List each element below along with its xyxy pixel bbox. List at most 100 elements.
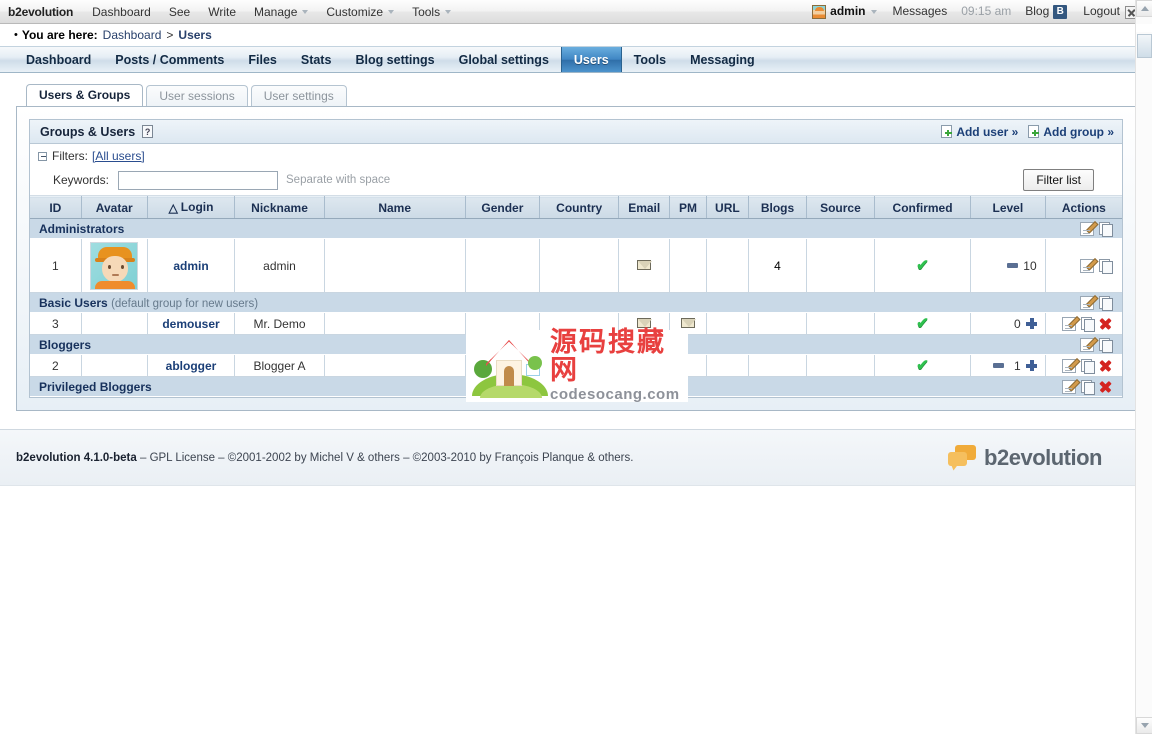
- scrollbar-thumb[interactable]: [1137, 34, 1152, 58]
- evobar-user-menu[interactable]: admin: [804, 4, 884, 19]
- scroll-up-button[interactable]: [1136, 0, 1152, 17]
- collapse-icon[interactable]: [38, 151, 47, 161]
- main-menu-item-stats[interactable]: Stats: [289, 47, 344, 72]
- evobar-menu-see[interactable]: See: [160, 5, 199, 19]
- cell-avatar[interactable]: [81, 238, 148, 293]
- pm-icon[interactable]: [680, 317, 696, 328]
- column-header-country[interactable]: Country: [539, 196, 620, 219]
- evobar-menu-write[interactable]: Write: [199, 5, 245, 19]
- main-menu-item-files[interactable]: Files: [236, 47, 289, 72]
- evobar-menu-customize[interactable]: Customize: [317, 5, 403, 19]
- filters-value-link[interactable]: [All users]: [92, 149, 145, 163]
- evobar-messages-link[interactable]: Messages: [885, 4, 956, 18]
- delete-icon[interactable]: [1099, 317, 1112, 330]
- tab-users-and-groups[interactable]: Users & Groups: [26, 84, 144, 106]
- chevron-up-icon: [1140, 6, 1149, 11]
- main-menu-item-blog-settings[interactable]: Blog settings: [343, 47, 446, 72]
- evobar-menu-manage[interactable]: Manage: [245, 5, 317, 19]
- column-header-email[interactable]: Email: [618, 196, 671, 219]
- cell-actions: [1045, 238, 1122, 293]
- tab-user-sessions[interactable]: User sessions: [146, 85, 248, 106]
- edit-icon[interactable]: [1080, 258, 1094, 273]
- evobar-brand[interactable]: b2evolution: [0, 5, 83, 19]
- main-menu: Dashboard Posts / Comments Files Stats B…: [0, 46, 1152, 73]
- copy-icon[interactable]: [1081, 379, 1095, 395]
- column-header-source[interactable]: Source: [805, 196, 876, 219]
- main-menu-item-messaging[interactable]: Messaging: [678, 47, 767, 72]
- group-actions-administrators: [1045, 218, 1122, 239]
- column-header-login[interactable]: △ Login: [146, 196, 236, 219]
- add-user-button[interactable]: Add user »: [941, 125, 1018, 139]
- level-increase-icon[interactable]: [1025, 318, 1037, 329]
- breadcrumb-separator: >: [166, 28, 174, 42]
- vertical-scrollbar[interactable]: [1135, 0, 1152, 734]
- cell-actions: [1045, 312, 1122, 335]
- breadcrumb-root-link[interactable]: Dashboard: [103, 28, 162, 42]
- edit-icon[interactable]: [1062, 358, 1076, 373]
- copy-icon[interactable]: [1099, 258, 1113, 274]
- copy-icon[interactable]: [1081, 358, 1095, 374]
- filter-list-button[interactable]: Filter list: [1023, 169, 1094, 191]
- keywords-hint: Separate with space: [286, 174, 391, 186]
- group-name-administrators[interactable]: Administrators: [30, 218, 1046, 239]
- column-header-gender[interactable]: Gender: [464, 196, 541, 219]
- mail-icon[interactable]: [637, 259, 653, 270]
- main-menu-item-tools[interactable]: Tools: [622, 47, 678, 72]
- group-name-basic-users[interactable]: Basic Users (default group for new users…: [30, 292, 1046, 313]
- delete-icon[interactable]: [1099, 359, 1112, 372]
- mail-icon[interactable]: [637, 317, 653, 328]
- cell-id: 1: [30, 238, 82, 293]
- column-header-actions: Actions: [1044, 196, 1122, 219]
- evobar-menu-tools[interactable]: Tools: [403, 5, 460, 19]
- cell-nickname: Mr. Demo: [234, 312, 325, 335]
- main-menu-item-posts-comments[interactable]: Posts / Comments: [103, 47, 236, 72]
- column-header-pm[interactable]: PM: [669, 196, 707, 219]
- column-header-id[interactable]: ID: [30, 196, 82, 219]
- column-header-url[interactable]: URL: [705, 196, 750, 219]
- cell-login[interactable]: ablogger: [147, 354, 236, 377]
- edit-icon[interactable]: [1062, 379, 1076, 394]
- column-header-confirmed[interactable]: Confirmed: [874, 196, 972, 219]
- column-header-avatar[interactable]: Avatar: [80, 196, 148, 219]
- copy-icon[interactable]: [1099, 337, 1113, 353]
- table-row[interactable]: 1 admin admin 4 ✔ 10: [30, 238, 1122, 293]
- group-row-administrators: Administrators: [30, 218, 1122, 239]
- main-menu-item-global-settings[interactable]: Global settings: [447, 47, 561, 72]
- column-header-level[interactable]: Level: [970, 196, 1046, 219]
- tab-user-settings[interactable]: User settings: [250, 85, 347, 106]
- level-increase-icon[interactable]: [1025, 360, 1037, 371]
- edit-icon[interactable]: [1080, 221, 1094, 236]
- level-decrease-icon[interactable]: [1007, 263, 1019, 268]
- evobar-menu-dashboard[interactable]: Dashboard: [83, 5, 160, 19]
- edit-icon[interactable]: [1062, 316, 1076, 331]
- delete-icon[interactable]: [1099, 380, 1112, 393]
- column-header-nickname[interactable]: Nickname: [234, 196, 325, 219]
- cell-login[interactable]: admin: [147, 238, 236, 293]
- cell-login[interactable]: demouser: [147, 312, 236, 335]
- column-header-name[interactable]: Name: [323, 196, 466, 219]
- level-decrease-icon[interactable]: [992, 363, 1004, 368]
- edit-icon[interactable]: [1080, 295, 1094, 310]
- cell-confirmed: ✔: [874, 354, 972, 377]
- sort-asc-icon: △: [168, 201, 178, 215]
- cell-level: 1: [970, 354, 1046, 377]
- copy-icon[interactable]: [1081, 316, 1095, 332]
- table-header-row: ID Avatar △ Login Nickname Name Gender Co…: [30, 196, 1122, 219]
- cell-country: [539, 238, 620, 293]
- scroll-down-button[interactable]: [1136, 717, 1152, 734]
- search-input[interactable]: [118, 170, 278, 190]
- column-header-blogs[interactable]: Blogs: [748, 196, 807, 219]
- add-group-button[interactable]: Add group »: [1028, 125, 1114, 139]
- main-menu-item-dashboard[interactable]: Dashboard: [14, 47, 103, 72]
- footer-version: b2evolution 4.1.0-beta: [16, 451, 137, 464]
- cell-level: 10: [970, 238, 1046, 293]
- copy-icon[interactable]: [1099, 221, 1113, 237]
- cell-email[interactable]: [618, 238, 671, 293]
- help-icon[interactable]: ?: [142, 125, 154, 138]
- evobar: b2evolution Dashboard See Write Manage C…: [0, 0, 1152, 24]
- edit-icon[interactable]: [1080, 337, 1094, 352]
- main-menu-item-users[interactable]: Users: [560, 47, 622, 72]
- copy-icon[interactable]: [1099, 295, 1113, 311]
- cell-source: [806, 312, 876, 335]
- evobar-blog-link[interactable]: Blog B: [1017, 4, 1075, 19]
